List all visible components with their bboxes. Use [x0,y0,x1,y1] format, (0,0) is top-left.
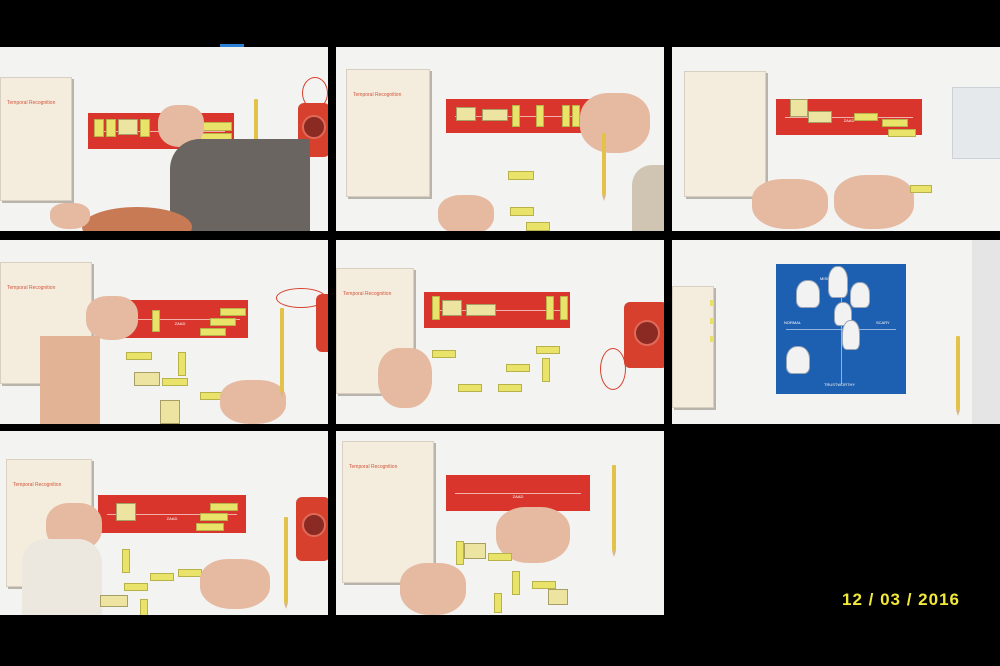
scale-label-right: SCARY [876,320,890,325]
document-stack: Temporal Recognition [346,69,430,197]
ghost-figure [786,346,810,374]
document-title: Temporal Recognition [349,464,398,470]
pencil [602,133,606,201]
photo-frame-6: MISCHIEVOUS NORMAL SCARY TRUSTWORTHY [672,240,1000,424]
pencil [956,336,960,416]
pencil [280,308,284,398]
photo-frame-3: ZAAD [672,47,1000,231]
document-title: Temporal Recognition [7,100,56,106]
document-stack: Temporal Recognition [342,441,434,583]
scale-board: MISCHIEVOUS NORMAL SCARY TRUSTWORTHY [776,264,906,394]
document-stack [684,71,766,197]
ghost-figure [828,266,848,298]
photo-frame-1: Temporal Recognition [0,47,328,231]
scale-label-bottom: TRUSTWORTHY [824,382,856,387]
document-title: Temporal Recognition [13,482,62,488]
date-stamp: 12 / 03 / 2016 [842,590,960,609]
timeline-board: ZAAD [446,475,590,511]
document-title: Temporal Recognition [353,92,402,98]
camera [296,497,328,561]
ghost-figure [796,280,820,308]
photo-frame-8: Temporal Recognition ZAAD [336,431,664,615]
photo-frame-4: Temporal Recognition ZAAD [0,240,328,424]
photo-frame-2: Temporal Recognition [336,47,664,231]
board-axis-label: ZAAD [512,494,524,500]
ghost-figure [842,320,860,350]
pencil [612,465,616,557]
hand [378,348,432,408]
board-axis-label: ZAAD [843,118,855,124]
camera [624,302,664,368]
document-title: Temporal Recognition [7,285,56,291]
document-title: Temporal Recognition [343,291,392,297]
hand [580,93,650,153]
ghost-figure [850,282,870,308]
photo-frame-7: Temporal Recognition ZAAD [0,431,328,615]
document-stack: Temporal Recognition [0,77,72,201]
hand [752,179,828,229]
board-axis-label: ZAAD [166,515,178,521]
pencil [284,517,288,609]
board-axis-label: ZAAD [174,320,186,326]
document-stack [672,286,714,408]
photo-frame-5: Temporal Recognition [336,240,664,424]
scale-label-left: NORMAL [784,320,802,325]
hand [86,296,138,340]
